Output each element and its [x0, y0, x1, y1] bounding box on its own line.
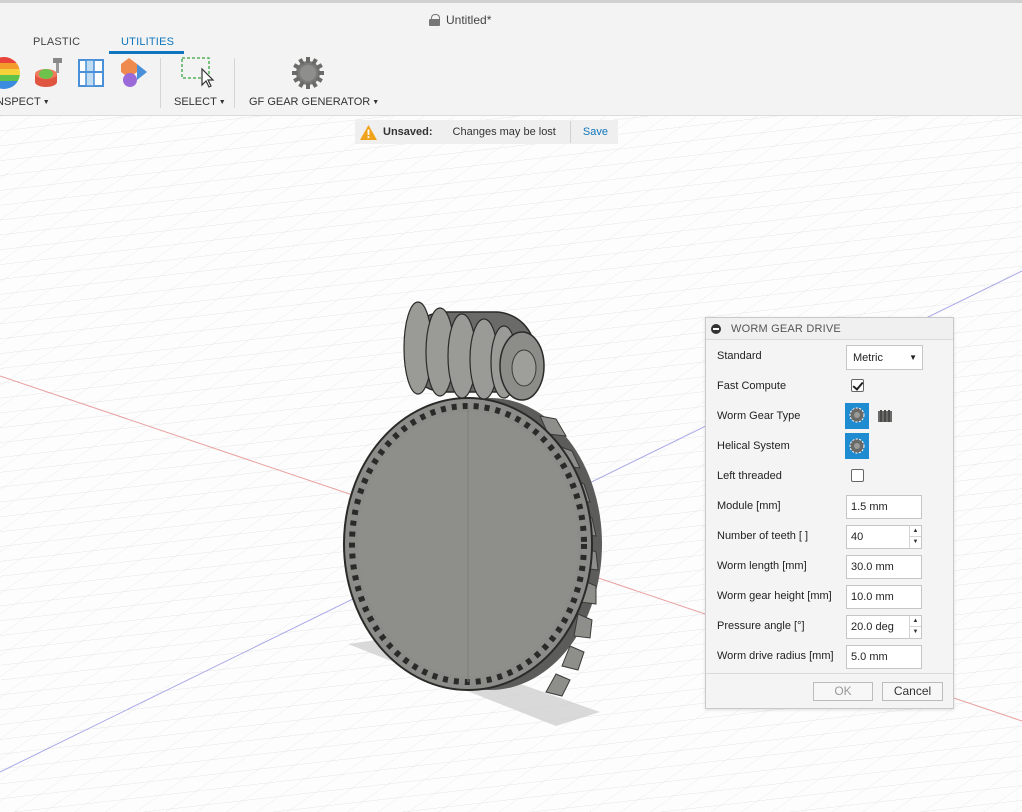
worm-gear-type-row: Worm Gear Type	[706, 401, 953, 431]
pressure-angle-stepper[interactable]: 20.0 deg ▲ ▼	[846, 615, 922, 639]
unsaved-message: Changes may be lost	[452, 126, 556, 138]
worm-gear-type-label: Worm Gear Type	[717, 410, 801, 422]
pressure-angle-value: 20.0 deg	[851, 621, 894, 633]
window-select-icon[interactable]	[180, 56, 216, 90]
banner-separator	[569, 121, 571, 143]
standard-label: Standard	[717, 350, 762, 362]
fast-compute-label: Fast Compute	[717, 380, 787, 392]
decrement-arrow-icon[interactable]: ▼	[909, 627, 921, 638]
display-shapes-icon[interactable]	[117, 56, 151, 90]
helical-system-label: Helical System	[717, 440, 790, 452]
warning-icon	[360, 124, 377, 140]
dialog-footer: OK Cancel	[706, 673, 953, 708]
standard-value: Metric	[853, 352, 883, 364]
number-of-teeth-label: Number of teeth [ ]	[717, 530, 809, 542]
toolbar-separator	[160, 58, 161, 108]
gear-generator-label: GF GEAR GENERATOR	[249, 96, 371, 108]
cancel-button[interactable]: Cancel	[882, 682, 943, 701]
caret-down-icon: ▼	[42, 99, 50, 106]
increment-arrow-icon[interactable]: ▲	[909, 526, 921, 537]
ok-button[interactable]: OK	[813, 682, 873, 701]
inspect-menu[interactable]: INSPECT▼	[0, 96, 50, 108]
unsaved-label: Unsaved:	[383, 126, 433, 138]
collapse-icon[interactable]	[711, 323, 721, 334]
unsaved-banner: Unsaved: Changes may be lost Save	[355, 120, 618, 144]
pressure-angle-label: Pressure angle [°]	[717, 620, 805, 632]
worm-gear-height-row: Worm gear height [mm] 10.0 mm	[706, 581, 953, 611]
increment-arrow-icon[interactable]: ▲	[909, 616, 921, 627]
worm-length-input[interactable]: 30.0 mm	[846, 555, 922, 579]
dialog-title: WORM GEAR DRIVE	[731, 322, 841, 335]
worm-gear-type-rack-button[interactable]	[873, 403, 897, 429]
number-of-teeth-stepper[interactable]: 40 ▲ ▼	[846, 525, 922, 549]
helical-system-row: Helical System	[706, 431, 953, 461]
number-of-teeth-value: 40	[851, 531, 864, 543]
worm-gear-height-label: Worm gear height [mm]	[717, 590, 832, 602]
left-threaded-row: Left threaded	[706, 461, 953, 491]
document-title: Untitled*	[446, 13, 492, 27]
caret-down-icon: ▼	[218, 99, 226, 106]
number-of-teeth-row: Number of teeth [ ] 40 ▲ ▼	[706, 521, 953, 551]
worm-gear-drive-dialog: WORM GEAR DRIVE Standard Metric ▼ Fast C…	[705, 317, 954, 709]
title-bar: Untitled*	[0, 0, 1022, 34]
gear-generator-menu[interactable]: GF GEAR GENERATOR ▼	[249, 96, 379, 108]
standard-row: Standard Metric ▼	[706, 341, 953, 371]
lock-icon	[429, 14, 440, 26]
window-title: Untitled*	[429, 13, 491, 27]
caret-down-icon: ▼	[372, 99, 380, 106]
left-threaded-checkbox[interactable]	[851, 469, 864, 482]
worm-drive-radius-row: Worm drive radius [mm] 5.0 mm	[706, 641, 953, 671]
fast-compute-row: Fast Compute	[706, 371, 953, 401]
rack-type-icon	[878, 410, 892, 422]
dialog-header: WORM GEAR DRIVE	[706, 318, 953, 340]
toolbar-separator	[234, 58, 235, 108]
left-threaded-label: Left threaded	[717, 470, 782, 482]
worm-drive-radius-label: Worm drive radius [mm]	[717, 650, 834, 662]
inspect-label: INSPECT	[0, 96, 41, 108]
worm-wheel-model[interactable]	[343, 397, 602, 697]
module-label: Module [mm]	[717, 500, 781, 512]
standard-select[interactable]: Metric ▼	[846, 345, 923, 370]
toolbar: PLASTIC UTILITIES NSPECT ▼ SELECT ▼ GF G…	[0, 34, 1022, 116]
module-row: Module [mm] 1.5 mm	[706, 491, 953, 521]
save-link[interactable]: Save	[583, 126, 608, 138]
helical-system-button[interactable]	[845, 433, 869, 459]
worm-length-row: Worm length [mm] 30.0 mm	[706, 551, 953, 581]
tab-plastic[interactable]: PLASTIC	[33, 36, 80, 48]
decrement-arrow-icon[interactable]: ▼	[909, 537, 921, 548]
rainbow-analysis-icon[interactable]	[0, 56, 24, 90]
worm-length-label: Worm length [mm]	[717, 560, 807, 572]
gear-type-icon	[849, 407, 865, 423]
worm-drive-radius-input[interactable]: 5.0 mm	[846, 645, 922, 669]
helical-gear-icon	[849, 438, 865, 454]
module-input[interactable]: 1.5 mm	[846, 495, 922, 519]
section-analysis-icon[interactable]	[76, 56, 106, 90]
fast-compute-checkbox[interactable]	[851, 379, 864, 392]
worm-gear-height-input[interactable]: 10.0 mm	[846, 585, 922, 609]
pressure-angle-row: Pressure angle [°] 20.0 deg ▲ ▼	[706, 611, 953, 641]
dropdown-arrow-icon: ▼	[909, 353, 917, 362]
select-menu[interactable]: SELECT ▼	[174, 96, 226, 108]
worm-gear-type-gear-button[interactable]	[845, 403, 869, 429]
gear-generator-icon[interactable]	[290, 56, 326, 90]
measure-icon[interactable]	[32, 56, 66, 90]
active-tab-indicator	[109, 51, 184, 54]
tab-utilities[interactable]: UTILITIES	[121, 36, 174, 48]
select-label: SELECT	[174, 96, 217, 108]
